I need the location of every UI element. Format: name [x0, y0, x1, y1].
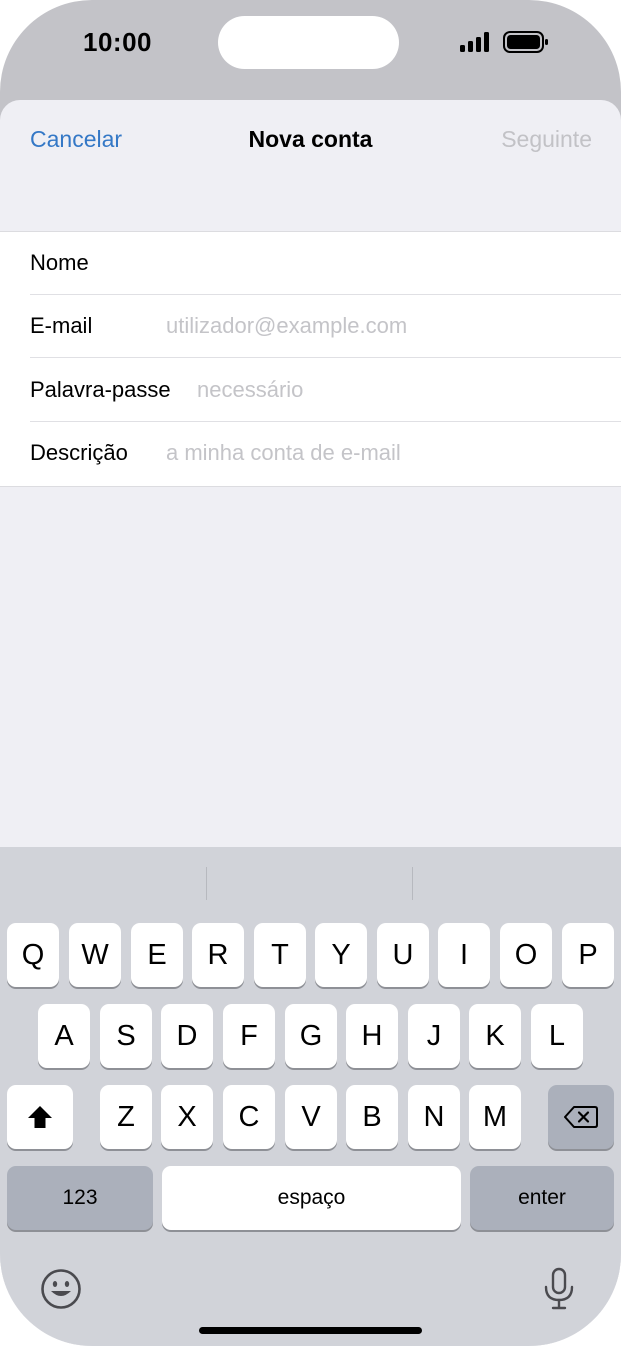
nav-bar: Cancelar Nova conta Seguinte: [0, 100, 621, 180]
emoji-icon: [41, 1269, 81, 1309]
key-m[interactable]: M: [469, 1085, 521, 1149]
key-u[interactable]: U: [377, 923, 429, 987]
numbers-key[interactable]: 123: [7, 1166, 153, 1230]
shift-key[interactable]: [7, 1085, 73, 1149]
key-f[interactable]: F: [223, 1004, 275, 1068]
next-button[interactable]: Seguinte: [501, 126, 592, 153]
signal-icon: [460, 32, 489, 52]
status-time: 10:00: [83, 27, 152, 57]
suggestion-divider: [412, 867, 413, 900]
name-label: Nome: [30, 250, 89, 275]
key-x[interactable]: X: [161, 1085, 213, 1149]
backspace-icon: [564, 1106, 598, 1128]
key-t[interactable]: T: [254, 923, 306, 987]
emoji-button[interactable]: [37, 1265, 85, 1313]
key-l[interactable]: L: [531, 1004, 583, 1068]
phone-screen: 10:00 Cancelar Nova conta Seguinte Nome: [0, 0, 621, 1346]
suggestion-divider: [206, 867, 207, 900]
key-r[interactable]: R: [192, 923, 244, 987]
key-z[interactable]: Z: [100, 1085, 152, 1149]
keyboard: Q W E R T Y U I O P A S D F G H J K L Z …: [0, 847, 621, 1346]
space-key[interactable]: espaço: [162, 1166, 461, 1230]
key-v[interactable]: V: [285, 1085, 337, 1149]
description-label: Descrição: [30, 440, 128, 465]
key-d[interactable]: D: [161, 1004, 213, 1068]
dictation-button[interactable]: [536, 1263, 582, 1315]
enter-key[interactable]: enter: [470, 1166, 614, 1230]
name-field[interactable]: [166, 248, 596, 278]
password-field[interactable]: [197, 375, 597, 405]
key-g[interactable]: G: [285, 1004, 337, 1068]
email-row: E-mail: [0, 295, 621, 358]
key-e[interactable]: E: [131, 923, 183, 987]
dynamic-island: [218, 16, 399, 69]
shift-icon: [28, 1106, 52, 1128]
account-form: Nome E-mail Palavra-passe Descrição: [0, 231, 621, 487]
key-h[interactable]: H: [346, 1004, 398, 1068]
key-j[interactable]: J: [408, 1004, 460, 1068]
key-s[interactable]: S: [100, 1004, 152, 1068]
email-label: E-mail: [30, 313, 93, 338]
home-indicator[interactable]: [199, 1327, 422, 1334]
key-p[interactable]: P: [562, 923, 614, 987]
password-row: Palavra-passe: [0, 359, 621, 422]
battery-icon: [503, 31, 548, 53]
key-c[interactable]: C: [223, 1085, 275, 1149]
key-i[interactable]: I: [438, 923, 490, 987]
key-q[interactable]: Q: [7, 923, 59, 987]
email-field[interactable]: [166, 311, 596, 341]
divider: [30, 357, 621, 358]
key-a[interactable]: A: [38, 1004, 90, 1068]
backspace-key[interactable]: [548, 1085, 614, 1149]
description-row: Descrição: [0, 422, 621, 485]
key-y[interactable]: Y: [315, 923, 367, 987]
key-n[interactable]: N: [408, 1085, 460, 1149]
microphone-icon: [544, 1267, 574, 1310]
description-field[interactable]: [166, 438, 596, 468]
name-row: Nome: [0, 232, 621, 295]
key-o[interactable]: O: [500, 923, 552, 987]
key-b[interactable]: B: [346, 1085, 398, 1149]
key-w[interactable]: W: [69, 923, 121, 987]
key-k[interactable]: K: [469, 1004, 521, 1068]
status-bar: 10:00: [0, 0, 621, 100]
password-label: Palavra-passe: [30, 377, 171, 402]
